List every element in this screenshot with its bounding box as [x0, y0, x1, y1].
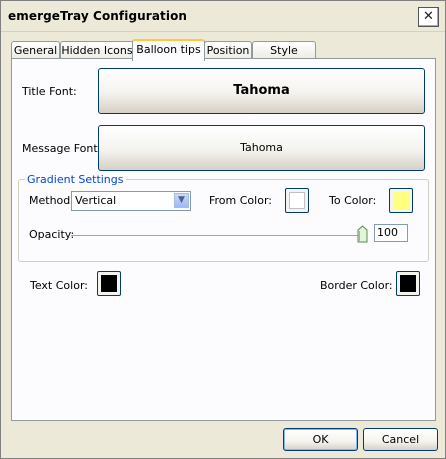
title-bar[interactable]: emergeTray Configuration ✕ [1, 1, 445, 32]
tab-position[interactable]: Position [204, 41, 252, 59]
window-title: emergeTray Configuration [8, 9, 188, 23]
opacity-value-field[interactable]: 100 [374, 224, 408, 242]
border-color-label: Border Color: [320, 279, 393, 292]
to-color-button[interactable] [389, 188, 413, 213]
tab-hidden-icons[interactable]: Hidden Icons [60, 41, 134, 59]
title-font-label: Title Font: [22, 85, 77, 98]
from-color-swatch [289, 192, 305, 209]
config-window: emergeTray Configuration ✕ General Hidde… [0, 0, 446, 459]
balloon-tips-panel: Title Font: Tahoma Message Font: Tahoma … [11, 58, 436, 421]
opacity-slider-track[interactable] [71, 235, 363, 239]
message-font-label: Message Font: [22, 142, 102, 155]
opacity-slider-thumb[interactable] [357, 225, 368, 243]
method-select[interactable]: Vertical ▼ [71, 191, 191, 211]
title-font-button[interactable]: Tahoma [98, 68, 425, 114]
tab-style-editor[interactable]: Style Editor [252, 41, 316, 74]
method-label: Method: [29, 194, 74, 207]
text-color-label: Text Color: [30, 279, 88, 292]
close-icon: ✕ [423, 9, 434, 24]
gradient-settings-title: Gradient Settings [25, 173, 126, 186]
method-value: Vertical [75, 194, 117, 207]
opacity-label: Opacity: [29, 228, 75, 241]
from-color-button[interactable] [285, 188, 309, 213]
close-button[interactable]: ✕ [418, 7, 439, 27]
from-color-label: From Color: [209, 194, 272, 207]
ok-button[interactable]: OK [283, 428, 358, 451]
to-color-swatch [393, 192, 409, 209]
gradient-settings-group: Gradient Settings Method: Vertical ▼ Fro… [18, 173, 429, 262]
to-color-label: To Color: [329, 194, 377, 207]
border-color-button[interactable] [396, 271, 420, 296]
chevron-down-icon[interactable]: ▼ [174, 193, 189, 208]
text-color-button[interactable] [97, 271, 121, 296]
border-color-swatch [400, 275, 416, 292]
text-color-swatch [101, 275, 117, 292]
tab-balloon-tips[interactable]: Balloon tips [132, 39, 205, 61]
cancel-button[interactable]: Cancel [363, 428, 438, 451]
tab-general[interactable]: General [11, 41, 60, 59]
message-font-button[interactable]: Tahoma [98, 125, 425, 171]
